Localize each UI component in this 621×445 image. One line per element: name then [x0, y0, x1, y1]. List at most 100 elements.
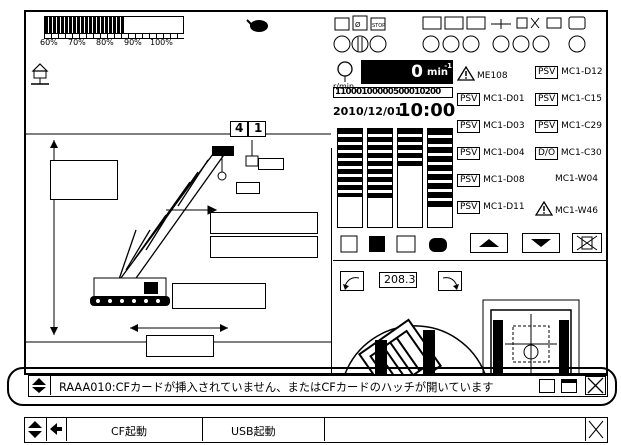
svg-text:STOP: STOP — [372, 23, 385, 29]
load-bar-fill — [45, 17, 126, 33]
warning-code: MC1-D01 — [483, 94, 525, 104]
warning-item: ME108 — [456, 65, 508, 81]
warning-tag: PSV — [535, 93, 559, 106]
load-bar — [44, 16, 184, 34]
scale-label-100: 100% — [150, 38, 173, 47]
arrow-down-icon — [531, 239, 551, 247]
warning-tag: PSV — [457, 93, 481, 106]
counter-value: 11000100000500010200 — [335, 87, 441, 97]
warning-tag: PSV — [457, 174, 481, 187]
scale-label-60: 60% — [40, 38, 58, 47]
warning-tag: PSV — [457, 120, 481, 133]
speed-exponent: -1 — [444, 62, 452, 70]
scroll-up-button[interactable] — [470, 233, 508, 253]
gauges — [337, 128, 455, 228]
mode-icons: Ø STOP — [334, 15, 386, 31]
load-scale: 60% 70% 80% 90% 100% — [40, 16, 184, 47]
warning-item: PSV MC1-D12 — [535, 66, 603, 79]
arrow-left-icon — [50, 423, 62, 435]
status-icons-top: Ø STOP — [333, 14, 603, 54]
warning-item: PSV MC1-D08 — [457, 174, 525, 187]
warning-item: MC1-W04 — [535, 174, 598, 184]
swing-right-button[interactable] — [438, 271, 462, 291]
svg-text:Ø: Ø — [355, 21, 361, 29]
bottom-bar: CF起動 USB起動 — [24, 417, 608, 443]
cf-boot-button[interactable]: CF起動 — [67, 418, 203, 441]
anemometer-icon — [246, 19, 268, 32]
warning-code: ME108 — [477, 71, 508, 81]
warning-item: PSV MC1-C15 — [535, 93, 602, 106]
warning-code: MC1-D08 — [483, 175, 525, 185]
boom-section-label-left: 4 — [230, 121, 248, 137]
rated-load-box — [172, 283, 266, 309]
close-icon — [588, 420, 604, 439]
gauge-icons — [340, 235, 447, 253]
gauge-4 — [427, 128, 453, 228]
hook-load-box-1 — [258, 158, 284, 170]
swing-left-button[interactable] — [340, 271, 364, 291]
boom-section-label-right: 1 — [248, 121, 266, 137]
warning-item: PSV MC1-C29 — [535, 120, 602, 133]
message-close-button[interactable] — [585, 376, 606, 395]
message-text: RAAA010:CFカードが挿入されていません、またはCFカードのハッチが開いて… — [59, 381, 494, 394]
warning-tag: D/O — [535, 147, 559, 160]
warning-item: PSV MC1-D03 — [457, 120, 525, 133]
window-maximize-button[interactable] — [561, 379, 577, 393]
warning-code: MC1-C15 — [561, 94, 602, 104]
warning-code: MC1-C30 — [560, 148, 602, 158]
warning-icon — [534, 200, 554, 216]
warning-code: MC1-W46 — [555, 206, 599, 216]
warning-list: ME108 PSV MC1-D12 PSV MC1-D01 PSV MC1-C15 PS… — [455, 60, 607, 232]
warning-code: MC1-W04 — [555, 174, 599, 184]
scale-label-90: 90% — [124, 38, 142, 47]
warning-item: D/O MC1-C30 — [535, 147, 602, 160]
speed-display: 0 min -1 — [361, 60, 453, 84]
time-text: 10:00 — [398, 100, 456, 121]
warning-code: MC1-D04 — [483, 148, 525, 158]
actual-load-box — [146, 335, 214, 357]
window-restore-button[interactable] — [539, 379, 555, 393]
gauge-1 — [337, 128, 363, 228]
hook-height-icon — [31, 63, 49, 85]
mute-buzzer-button[interactable] — [572, 233, 602, 253]
warning-code: MC1-D11 — [483, 202, 525, 212]
message-scroll-button[interactable] — [29, 376, 51, 395]
bottom-close-button[interactable] — [585, 418, 606, 441]
up-down-icon — [28, 421, 42, 438]
swing-left-icon — [343, 277, 360, 290]
cf-boot-label: CF起動 — [111, 425, 148, 438]
scroll-down-button[interactable] — [522, 233, 560, 253]
swing-angle-value: 208.3 — [384, 273, 416, 286]
warning-icon — [456, 65, 476, 81]
warning-tag: PSV — [535, 66, 559, 79]
warning-item: PSV MC1-D11 — [457, 201, 525, 214]
warning-item: MC1-W46 — [534, 200, 599, 216]
warning-code: MC1-C29 — [561, 121, 602, 131]
boom-angle-box — [210, 212, 318, 234]
mute-icon — [576, 235, 598, 251]
arrow-up-icon — [479, 239, 499, 247]
swing-top-view — [344, 299, 580, 374]
back-button[interactable] — [47, 418, 67, 441]
date-text: 2010/12/01 — [333, 105, 403, 118]
lamp-indicators-left — [333, 35, 387, 53]
close-icon — [587, 377, 604, 394]
warning-code: MC1-D03 — [483, 121, 525, 131]
lamp-indicators-right — [422, 35, 586, 53]
bottom-scroll-button[interactable] — [25, 418, 47, 441]
boom-length-box — [210, 236, 318, 258]
swing-right-icon — [442, 277, 459, 290]
counter-box: 11000100000500010200 — [333, 87, 453, 98]
speed-value: 0 — [411, 62, 423, 82]
hook-load-box-2 — [236, 182, 260, 194]
message-bar: RAAA010:CFカードが挿入されていません、またはCFカードのハッチが開いて… — [28, 375, 608, 397]
usb-boot-button[interactable]: USB起動 — [203, 418, 325, 441]
swing-angle-display: 208.3 — [379, 272, 417, 288]
up-down-icon — [32, 378, 46, 393]
gauge-2 — [367, 128, 393, 228]
warning-item: PSV MC1-D04 — [457, 147, 525, 160]
warning-tag: PSV — [535, 120, 559, 133]
warning-item: PSV MC1-D01 — [457, 93, 525, 106]
usb-boot-label: USB起動 — [231, 425, 276, 438]
warning-tag: PSV — [457, 147, 481, 160]
